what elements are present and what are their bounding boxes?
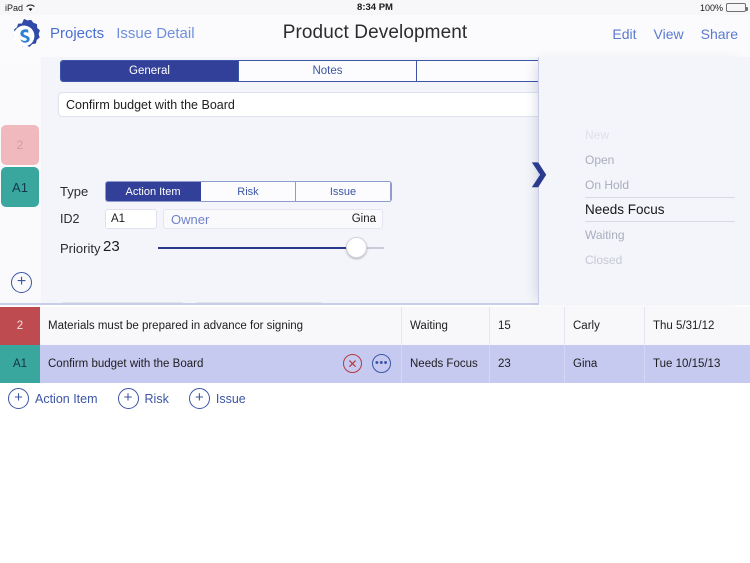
row-action-buttons: ✕ ••• <box>343 354 391 373</box>
add-action-item-button[interactable]: + Action Item <box>8 388 98 409</box>
chevron-right-icon: ❯ <box>529 160 550 187</box>
plus-circle-icon: + <box>188 388 210 409</box>
owner-value: Gina <box>351 213 376 225</box>
add-risk-label: Risk <box>144 391 169 406</box>
plus-circle-icon[interactable]: + <box>11 272 32 293</box>
row-priority-cell: 15 <box>490 307 565 345</box>
status-option-open[interactable]: Open <box>585 147 735 172</box>
type-option-risk[interactable]: Risk <box>201 182 296 201</box>
add-item-toolbar: + Action Item + Risk + Issue <box>8 388 246 409</box>
row-owner-cell: Carly <box>565 307 645 345</box>
detail-tab-bar: General Notes <box>60 60 595 82</box>
add-issue-label: Issue <box>215 391 246 406</box>
circle-x-icon[interactable]: ✕ <box>343 354 362 373</box>
table-row[interactable]: A1 Confirm budget with the Board ✕ ••• N… <box>0 345 750 383</box>
circle-ellipsis-icon[interactable]: ••• <box>372 354 391 373</box>
row-title: Materials must be prepared in advance fo… <box>48 320 304 332</box>
rail-badge-2[interactable]: 2 <box>1 125 39 165</box>
priority-slider[interactable] <box>158 237 384 258</box>
id2-input[interactable]: A1 <box>105 209 157 229</box>
row-title-cell: Confirm budget with the Board ✕ ••• <box>40 345 402 383</box>
ipad-app-screen: iPad 8:34 PM 100% Projects Issue Detail <box>0 0 750 563</box>
battery-full-icon <box>726 3 748 12</box>
slider-fill <box>158 247 357 249</box>
status-option-needs-focus[interactable]: Needs Focus <box>585 197 735 222</box>
priority-label: Priority <box>60 241 101 256</box>
share-button[interactable]: Share <box>701 26 738 42</box>
add-action-item-label: Action Item <box>35 391 98 406</box>
row-priority-cell: 23 <box>490 345 565 383</box>
row-title: Confirm budget with the Board <box>48 358 204 370</box>
status-picker-popover: ❯ New Open On Hold Needs Focus Waiting C… <box>529 57 750 305</box>
status-option-list: New Open On Hold Needs Focus Waiting Clo… <box>585 122 735 272</box>
row-badge: A1 <box>0 345 40 383</box>
ios-status-bar: iPad 8:34 PM 100% <box>0 0 750 15</box>
status-option-waiting[interactable]: Waiting <box>585 222 735 247</box>
type-segmented-control: Action Item Risk Issue <box>105 181 392 202</box>
row-badge: 2 <box>0 307 40 345</box>
owner-input[interactable]: Owner Gina <box>163 209 383 229</box>
tab-general[interactable]: General <box>61 61 239 81</box>
row-due-cell: Tue 10/15/13 <box>645 345 750 383</box>
status-option-new[interactable]: New <box>585 122 735 147</box>
edit-button[interactable]: Edit <box>612 26 636 42</box>
status-option-closed[interactable]: Closed <box>585 247 735 272</box>
id2-label: ID2 <box>60 212 80 226</box>
add-risk-button[interactable]: + Risk <box>117 388 169 409</box>
type-option-action-item[interactable]: Action Item <box>106 182 201 201</box>
navigation-bar: Projects Issue Detail Product Developmen… <box>0 15 750 57</box>
row-due-cell: Thu 5/31/12 <box>645 307 750 345</box>
type-label: Type <box>60 184 89 199</box>
tab-notes[interactable]: Notes <box>239 61 417 81</box>
row-title-cell: Materials must be prepared in advance fo… <box>40 307 402 345</box>
item-rail: 2 A1 + <box>0 57 41 303</box>
status-bar-right: 100% <box>699 2 748 13</box>
battery-percent: 100% <box>699 2 723 13</box>
row-owner-cell: Gina <box>565 345 645 383</box>
delete-item-button[interactable]: Delete Item <box>320 302 386 303</box>
row-status-cell: Waiting <box>402 307 490 345</box>
status-option-on-hold[interactable]: On Hold <box>585 172 735 197</box>
add-issue-button[interactable]: + Issue <box>188 388 246 409</box>
issues-table: 2 Materials must be prepared in advance … <box>0 307 750 383</box>
priority-value: 23 <box>103 238 120 255</box>
slider-thumb[interactable] <box>346 237 368 258</box>
owner-placeholder: Owner <box>171 211 210 227</box>
view-button[interactable]: View <box>654 26 684 42</box>
issue-title-input[interactable]: Confirm budget with the Board <box>58 92 598 117</box>
table-row[interactable]: 2 Materials must be prepared in advance … <box>0 307 750 345</box>
plus-circle-icon: + <box>8 388 29 409</box>
clock: 8:34 PM <box>357 2 393 13</box>
type-option-issue[interactable]: Issue <box>296 182 391 201</box>
due-date-field[interactable]: Due Date 10/15/13 <box>60 302 185 303</box>
status-field[interactable]: Status Needs Focus <box>194 302 325 303</box>
row-status-cell: Needs Focus <box>402 345 490 383</box>
rail-badge-a1[interactable]: A1 <box>1 167 39 207</box>
plus-circle-icon: + <box>117 388 139 409</box>
nav-actions: Edit View Share <box>612 26 738 42</box>
